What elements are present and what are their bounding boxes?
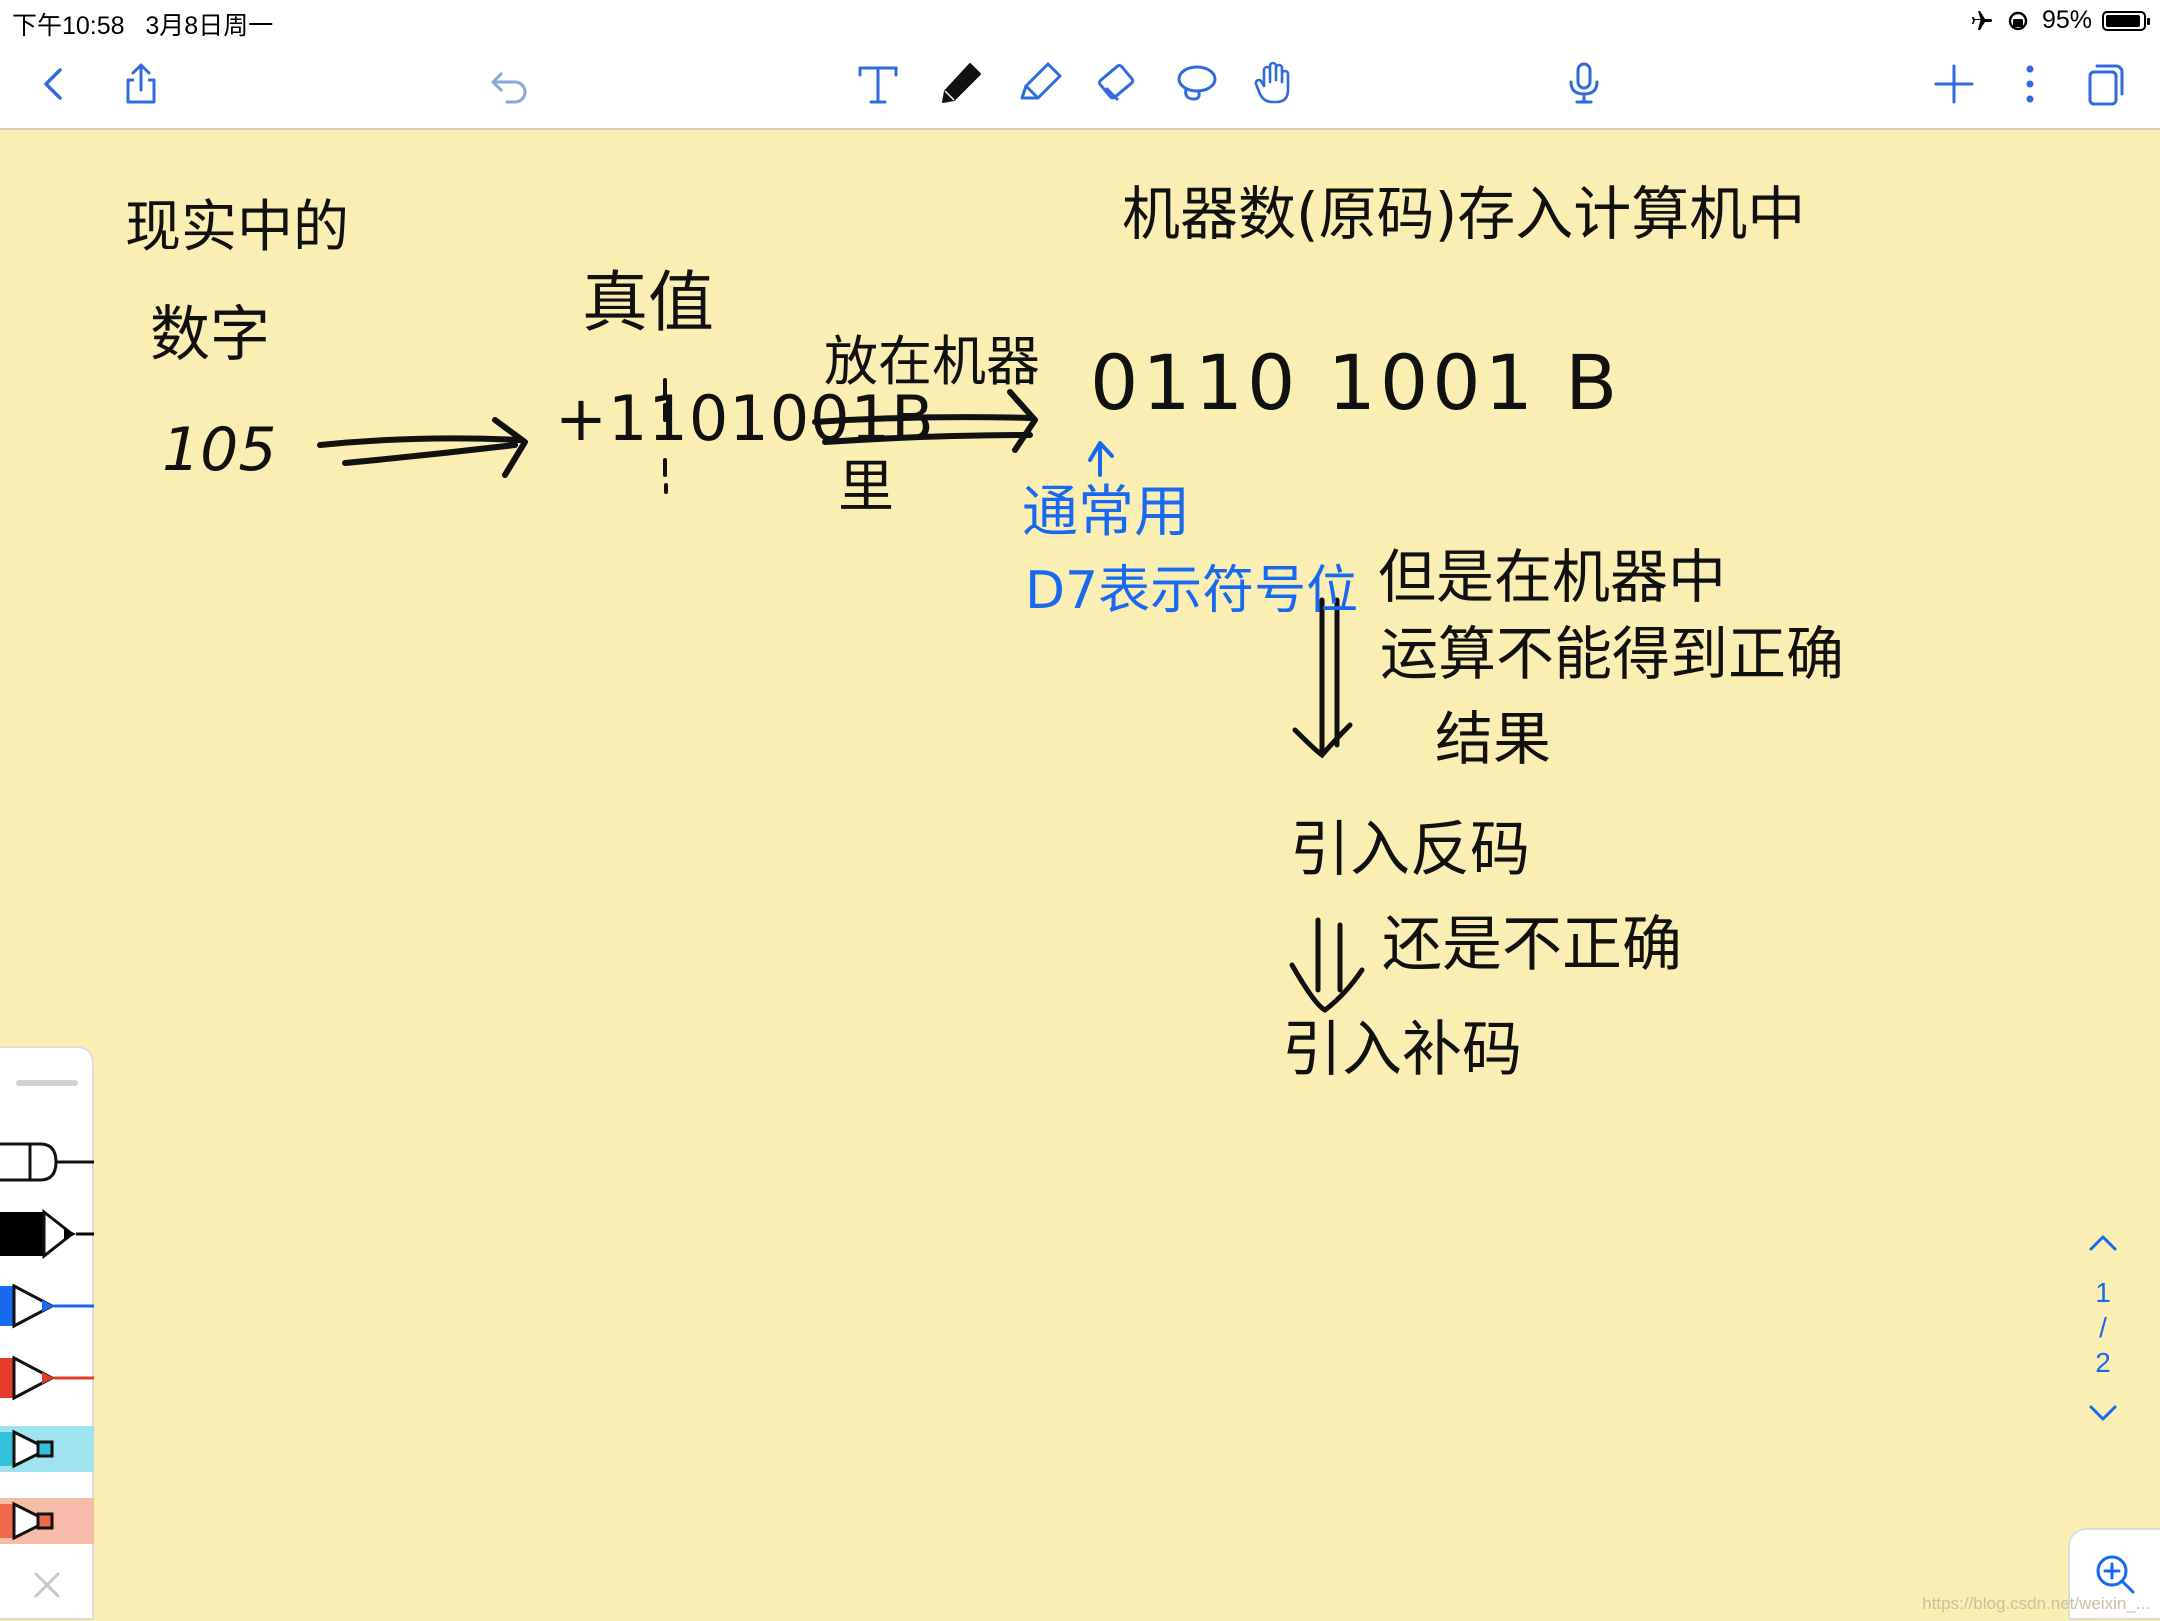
page-separator: / xyxy=(2099,1312,2107,1343)
number-label: 数字 xyxy=(150,300,270,370)
double-down-arrow-2 xyxy=(1315,917,1343,993)
still-incorrect: 还是不正确 xyxy=(1382,910,1682,980)
double-down-arrow-1 xyxy=(1319,597,1340,753)
more-icon[interactable] xyxy=(2000,54,2060,114)
pen-black[interactable] xyxy=(0,1204,94,1264)
real-number-label: 现实中的 xyxy=(125,195,349,260)
page-navigator: 1 / 2 xyxy=(2068,1215,2138,1441)
pen-white[interactable] xyxy=(0,1132,94,1192)
total-page-number: 2 xyxy=(2095,1347,2111,1378)
true-value-label: 真值 xyxy=(582,264,714,341)
problem-line-2: 运算不能得到正确 xyxy=(1380,620,1845,688)
pen-blue[interactable] xyxy=(0,1276,94,1336)
status-right: 95% xyxy=(1970,6,2150,35)
ink-strokes xyxy=(317,378,1365,1013)
eraser-tool-icon[interactable] xyxy=(1088,54,1148,114)
note-canvas[interactable]: 现实中的 数字 105 真值 +1101001B 放在机器 里 机器数(原码)存… xyxy=(0,130,2160,1620)
time-text: 下午10:58 xyxy=(12,12,125,40)
blue-note-sign-bit-2: D7表示符号位 xyxy=(1025,561,1359,621)
back-chevron-icon[interactable] xyxy=(24,54,84,114)
arrow-to-true-value xyxy=(317,435,523,466)
undo-icon[interactable] xyxy=(479,54,539,114)
inside-label: 里 xyxy=(838,455,894,520)
put-in-machine-label: 放在机器 xyxy=(824,330,1040,393)
orientation-lock-icon xyxy=(2008,11,2028,30)
pen-red[interactable] xyxy=(0,1348,94,1408)
machine-number: 0110 1001 B xyxy=(1090,338,1622,427)
date-text: 3月8日周一 xyxy=(145,12,274,40)
arrow-head-2 xyxy=(1007,389,1038,453)
close-palette-icon[interactable] xyxy=(0,1556,94,1612)
toolbar xyxy=(0,40,2160,130)
next-page-chevron-icon[interactable] xyxy=(2068,1385,2138,1441)
problem-line-1: 但是在机器中 xyxy=(1378,543,1727,611)
battery-fill xyxy=(2106,14,2141,27)
palette-grip-handle[interactable] xyxy=(16,1080,78,1086)
blue-up-arrow xyxy=(1088,441,1114,477)
introduce-ones-complement: 引入反码 xyxy=(1290,815,1530,885)
problem-line-3: 结果 xyxy=(1435,705,1552,773)
pages-icon[interactable] xyxy=(2076,54,2136,114)
battery-icon xyxy=(2102,10,2150,31)
double-down-arrow-2-head xyxy=(1289,962,1365,1013)
text-tool-icon[interactable] xyxy=(848,54,908,114)
airplane-icon xyxy=(1971,10,1992,30)
decimal-value: 105 xyxy=(162,415,277,485)
lasso-tool-icon[interactable] xyxy=(1166,54,1226,114)
highlighter-tool-icon[interactable] xyxy=(1010,54,1070,114)
machine-number-caption: 机器数(原码)存入计算机中 xyxy=(1122,180,1806,248)
status-time: 下午10:58 3月8日周一 xyxy=(12,6,273,42)
battery-percent: 95% xyxy=(2041,6,2092,34)
current-page-number: 1 xyxy=(2095,1277,2111,1308)
highlighter-salmon[interactable] xyxy=(0,1492,94,1552)
hand-tool-icon[interactable] xyxy=(1244,54,1304,114)
previous-page-chevron-icon[interactable] xyxy=(2068,1215,2138,1271)
add-icon[interactable] xyxy=(1924,54,1984,114)
highlighter-cyan[interactable] xyxy=(0,1420,94,1480)
true-value: +1101001B xyxy=(555,382,935,455)
status-bar: 下午10:58 3月8日周一 95% xyxy=(0,0,2160,40)
introduce-twos-complement: 引入补码 xyxy=(1282,1015,1522,1085)
blue-note-sign-bit-1: 通常用 xyxy=(1022,480,1190,545)
share-icon[interactable] xyxy=(111,54,171,114)
microphone-icon[interactable] xyxy=(1554,54,1614,114)
pen-tool-icon[interactable] xyxy=(930,54,990,114)
pen-palette xyxy=(0,1046,94,1620)
watermark-text: https://blog.csdn.net/weixin_... xyxy=(1922,1594,2150,1613)
